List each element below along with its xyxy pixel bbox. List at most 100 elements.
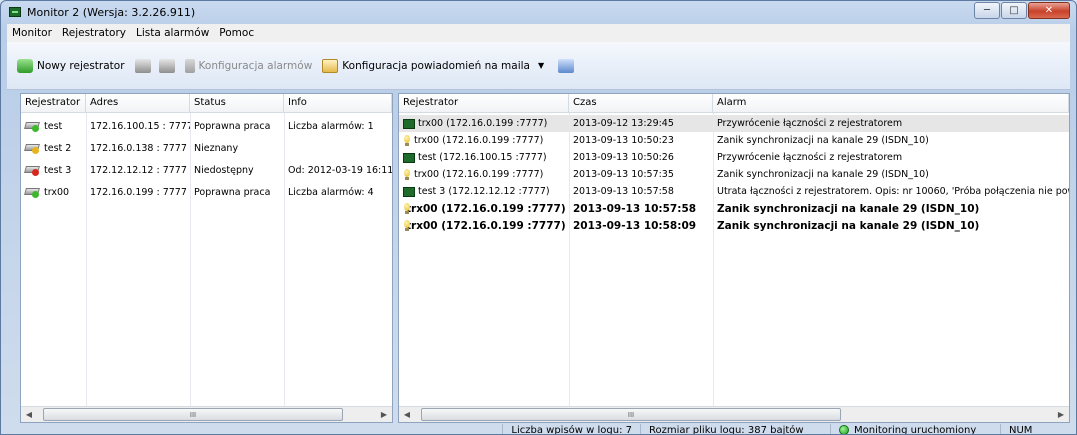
log-entries-count: Liczba wpisów w logu: 7: [502, 424, 640, 434]
close-button[interactable]: ✕: [1028, 2, 1070, 19]
chevron-down-icon[interactable]: ▼: [538, 61, 544, 70]
alarm-row[interactable]: test (172.16.100.15 :7777) 2013-09-13 10:…: [399, 149, 1069, 166]
alarm-row[interactable]: trx00 (172.16.0.199 :7777) 2013-09-13 10:…: [399, 166, 1069, 183]
cell-text: trx00 (172.16.0.199 :7777): [406, 219, 566, 232]
app-icon: [9, 7, 21, 17]
monitoring-status-label: Monitoring uruchomiony: [854, 424, 977, 435]
maximize-button[interactable]: □: [1001, 2, 1027, 19]
alarms-list: trx00 (172.16.0.199 :7777) 2013-09-12 13:…: [399, 113, 1069, 234]
recorder-row[interactable]: trx00 172.16.0.199 : 7777 Poprawna praca Li…: [21, 181, 392, 203]
menu-monitor[interactable]: Monitor: [7, 27, 57, 39]
cell-text: Zanik synchronizacji na kanale 29 (ISDN_…: [717, 202, 980, 215]
recorder-row[interactable]: test 2 172.16.0.138 : 7777 Nieznany: [21, 137, 392, 159]
cell-text: 2013-09-13 10:50:26: [573, 152, 674, 163]
bulb-icon: [403, 168, 411, 181]
alarms-header: Rejestrator Czas Alarm: [399, 94, 1069, 113]
window-title: Monitor 2 (Wersja: 3.2.26.911): [27, 5, 196, 19]
scroll-left-icon[interactable]: ◀: [399, 407, 415, 422]
minimize-button[interactable]: ─: [974, 2, 1000, 19]
remove-recorder-icon[interactable]: [158, 58, 175, 73]
menu-pomoc[interactable]: Pomoc: [214, 27, 259, 39]
main-window: Monitor 2 (Wersja: 3.2.26.911) ─ □ ✕ Mon…: [0, 0, 1077, 435]
mail-config-label: Konfiguracja powiadomień na maila: [342, 59, 530, 72]
alarm-row[interactable]: trx00 (172.16.0.199 :7777) 2013-09-12 13:…: [399, 115, 1069, 132]
cell-text: trx00 (172.16.0.199 :7777): [414, 169, 544, 180]
scroll-left-icon[interactable]: ◀: [21, 407, 37, 422]
status-bar: Liczba wpisów w logu: 7 Rozmiar pliku lo…: [7, 424, 1070, 435]
monitor-icon: [403, 118, 415, 129]
tools-icon: [184, 58, 195, 73]
cell-text: Liczba alarmów: 1: [288, 120, 374, 132]
recorder-ok-icon: [24, 120, 41, 132]
cell-text: Przywrócenie łączności z rejestratorem: [717, 118, 903, 129]
log-file-size: Rozmiar pliku logu: 387 bajtów: [640, 424, 830, 434]
alarm-config-button[interactable]: Konfiguracja alarmów: [184, 58, 313, 73]
new-recorder-button[interactable]: Nowy rejestrator: [17, 58, 125, 73]
bulb-icon: [403, 134, 411, 147]
cell-text: Poprawna praca: [194, 186, 271, 198]
menu-lista-alarmow[interactable]: Lista alarmów: [131, 27, 214, 39]
mail-settings-icon[interactable]: [558, 58, 575, 73]
col-header-czas[interactable]: Czas: [569, 94, 713, 112]
recorders-panel: Rejestrator Adres Status Info test 172.16…: [20, 93, 393, 423]
monitor-icon: [403, 152, 415, 163]
recorder-ok-icon: [24, 186, 41, 198]
col-header-adres[interactable]: Adres: [86, 94, 190, 112]
alarm-row[interactable]: test 3 (172.12.12.12 :7777) 2013-09-13 10…: [399, 183, 1069, 200]
recorder-row[interactable]: test 3 172.12.12.12 : 7777 Niedostępny Od: …: [21, 159, 392, 181]
alarms-panel: Rejestrator Czas Alarm trx00 (172.16.0.1…: [398, 93, 1070, 423]
cell-text: test 3: [44, 164, 72, 176]
recorders-header: Rejestrator Adres Status Info: [21, 94, 392, 113]
cell-text: trx00 (172.16.0.199 :7777): [414, 135, 544, 146]
col-header-rejestrator-alarm[interactable]: Rejestrator: [399, 94, 569, 112]
monitoring-status: Monitoring uruchomiony: [830, 424, 1000, 435]
title-bar[interactable]: Monitor 2 (Wersja: 3.2.26.911) ─ □ ✕: [1, 1, 1076, 23]
cell-text: 172.16.0.138 : 7777: [90, 142, 187, 154]
recorder-row[interactable]: test 172.16.100.15 : 7777 Poprawna praca Li…: [21, 115, 392, 137]
cell-text: Od: 2012-03-19 16:11:3: [288, 164, 392, 176]
new-recorder-label: Nowy rejestrator: [37, 59, 125, 72]
cell-text: Zanik synchronizacji na kanale 29 (ISDN_…: [717, 169, 929, 180]
alarm-row[interactable]: trx00 (172.16.0.199 :7777) 2013-09-13 10:…: [399, 132, 1069, 149]
col-header-info[interactable]: Info: [284, 94, 392, 112]
monitor-icon: [403, 186, 415, 197]
cell-text: trx00 (172.16.0.199 :7777): [406, 202, 566, 215]
col-header-status[interactable]: Status: [190, 94, 284, 112]
cell-text: 2013-09-13 10:50:23: [573, 135, 674, 146]
cell-text: Liczba alarmów: 4: [288, 186, 374, 198]
menu-rejestratory[interactable]: Rejestratory: [57, 27, 131, 39]
cell-text: test (172.16.100.15 :7777): [418, 152, 547, 163]
cell-text: 2013-09-13 10:57:35: [573, 169, 674, 180]
cell-text: 172.12.12.12 : 7777: [90, 164, 187, 176]
cell-text: Zanik synchronizacji na kanale 29 (ISDN_…: [717, 219, 980, 232]
mail-config-button[interactable]: Konfiguracja powiadomień na maila ▼: [322, 58, 544, 73]
alarm-config-label: Konfiguracja alarmów: [198, 59, 313, 72]
cell-text: test 3 (172.12.12.12 :7777): [418, 186, 550, 197]
menu-bar: Monitor Rejestratory Lista alarmów Pomoc: [7, 24, 1070, 42]
alarm-row[interactable]: trx00 (172.16.0.199 :7777) 2013-09-13 10:…: [399, 217, 1069, 234]
cell-text: Utrata łączności z rejestratorem. Opis: …: [717, 186, 1069, 197]
scroll-right-icon[interactable]: ▶: [376, 407, 392, 422]
cell-text: test 2: [44, 142, 72, 154]
col-header-alarm[interactable]: Alarm: [713, 94, 1069, 112]
scroll-thumb[interactable]: III: [421, 408, 841, 421]
edit-recorder-icon[interactable]: [134, 58, 151, 73]
cell-text: Niedostępny: [194, 164, 254, 176]
cell-text: 2013-09-12 13:29:45: [573, 118, 674, 129]
recorder-unknown-icon: [24, 142, 41, 154]
horizontal-scrollbar-left[interactable]: ◀ III ▶: [21, 406, 392, 422]
col-header-rejestrator[interactable]: Rejestrator: [21, 94, 86, 112]
cell-text: 2013-09-13 10:57:58: [573, 186, 674, 197]
cell-text: Nieznany: [194, 142, 239, 154]
cell-text: trx00 (172.16.0.199 :7777): [418, 118, 548, 129]
cell-text: Zanik synchronizacji na kanale 29 (ISDN_…: [717, 135, 929, 146]
alarm-row[interactable]: trx00 (172.16.0.199 :7777) 2013-09-13 10:…: [399, 200, 1069, 217]
scroll-right-icon[interactable]: ▶: [1053, 407, 1069, 422]
recorder-offline-icon: [24, 164, 41, 176]
add-recorder-icon: [17, 58, 33, 73]
scroll-thumb[interactable]: III: [43, 408, 343, 421]
horizontal-scrollbar-right[interactable]: ◀ III ▶: [399, 406, 1069, 422]
cell-text: trx00: [44, 186, 70, 198]
status-ok-icon: [839, 425, 849, 434]
toolbar: Nowy rejestrator Konfiguracja alarmów Ko…: [7, 42, 1070, 90]
